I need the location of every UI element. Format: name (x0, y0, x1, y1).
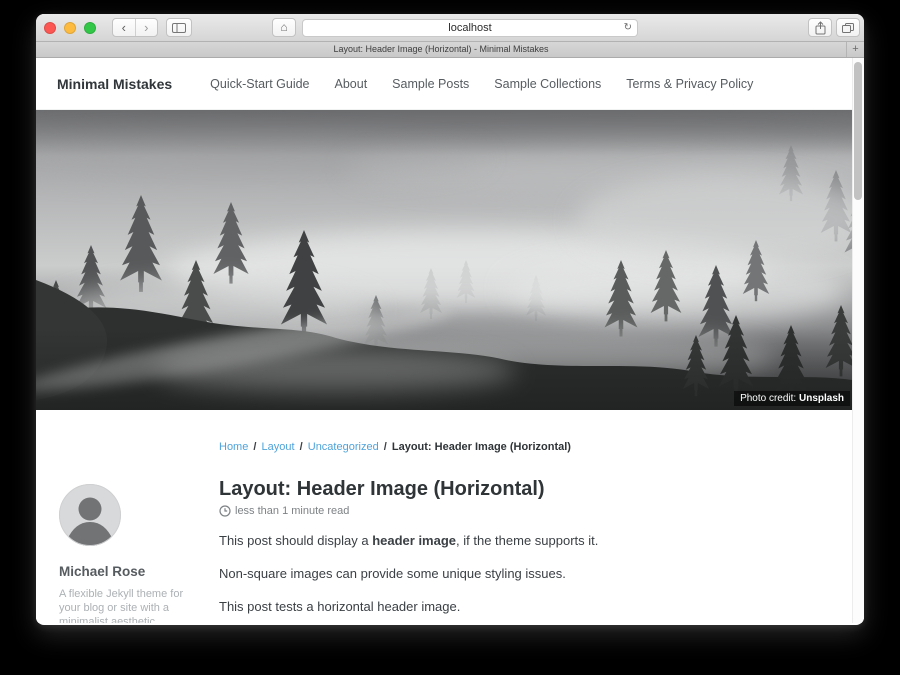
sidebar-icon (172, 23, 186, 33)
scrollbar-track[interactable] (852, 58, 864, 623)
share-icon (814, 21, 827, 35)
breadcrumb-current: Layout: Header Image (Horizontal) (392, 441, 571, 453)
window-zoom-button[interactable] (84, 22, 96, 34)
forward-button[interactable]: › (136, 19, 158, 36)
paragraph: This post tests a horizontal header imag… (219, 598, 799, 616)
article-area: Home / Layout / Uncategorized / Layout: … (36, 410, 864, 623)
breadcrumb-separator: / (382, 441, 389, 453)
back-button[interactable]: ‹ (113, 19, 136, 36)
scrollbar-thumb[interactable] (854, 62, 862, 200)
browser-window: ‹ › ⌂ localhost ↻ (36, 14, 864, 625)
forest-fog-illustration (36, 110, 864, 410)
article-content: Layout: Header Image (Horizontal) less t… (219, 476, 799, 616)
photo-credit-link[interactable]: Unsplash (799, 393, 844, 404)
desktop-background: ‹ › ⌂ localhost ↻ (0, 0, 900, 675)
paragraph-text: , if the theme supports it. (456, 533, 598, 548)
nav-item-quick-start-guide[interactable]: Quick-Start Guide (210, 77, 309, 91)
nav-item-terms-privacy[interactable]: Terms & Privacy Policy (626, 77, 753, 91)
refresh-icon[interactable]: ↻ (624, 20, 632, 36)
avatar (59, 484, 121, 546)
history-nav-group: ‹ › (112, 18, 158, 37)
read-time-text: less than 1 minute read (235, 505, 349, 517)
nav-item-about[interactable]: About (335, 77, 368, 91)
photo-credit: Photo credit: Unsplash (734, 391, 850, 406)
nav-item-sample-posts[interactable]: Sample Posts (392, 77, 469, 91)
active-tab[interactable]: Layout: Header Image (Horizontal) - Mini… (36, 42, 847, 57)
share-button[interactable] (808, 18, 832, 37)
header-image: Photo credit: Unsplash (36, 110, 864, 410)
author-name: Michael Rose (59, 564, 189, 579)
breadcrumb-separator: / (298, 441, 305, 453)
home-button[interactable]: ⌂ (272, 18, 296, 37)
home-icon: ⌂ (280, 20, 287, 34)
sidebar-toggle-button[interactable] (166, 18, 192, 37)
breadcrumb-link-home[interactable]: Home (219, 441, 248, 453)
paragraph: Non-square images can provide some uniqu… (219, 565, 799, 583)
tab-bar: Layout: Header Image (Horizontal) - Mini… (36, 42, 864, 58)
author-profile: Michael Rose A flexible Jekyll theme for… (59, 484, 189, 623)
site-title-link[interactable]: Minimal Mistakes (57, 76, 172, 92)
clock-icon (219, 505, 231, 517)
page-viewport: Minimal Mistakes Quick-Start Guide About… (36, 58, 864, 623)
nav-item-sample-collections[interactable]: Sample Collections (494, 77, 601, 91)
url-text: localhost (448, 22, 491, 34)
new-tab-button[interactable]: + (847, 42, 864, 57)
browser-toolbar: ‹ › ⌂ localhost ↻ (36, 14, 864, 42)
author-bio: A flexible Jekyll theme for your blog or… (59, 587, 189, 623)
tabs-icon (841, 22, 855, 34)
window-minimize-button[interactable] (64, 22, 76, 34)
window-close-button[interactable] (44, 22, 56, 34)
address-bar[interactable]: localhost ↻ (302, 19, 638, 37)
breadcrumb-link-layout[interactable]: Layout (262, 441, 295, 453)
paragraph-bold-text: header image (372, 533, 456, 548)
read-time: less than 1 minute read (219, 505, 799, 517)
page-title: Layout: Header Image (Horizontal) (219, 476, 799, 502)
breadcrumb-link-uncategorized[interactable]: Uncategorized (308, 441, 379, 453)
paragraph-text: This post should display a (219, 533, 372, 548)
paragraph: This post should display a header image,… (219, 532, 799, 550)
breadcrumb-separator: / (251, 441, 258, 453)
breadcrumb: Home / Layout / Uncategorized / Layout: … (219, 441, 571, 453)
site-navigation: Quick-Start Guide About Sample Posts Sam… (210, 77, 753, 91)
tab-overview-button[interactable] (836, 18, 860, 37)
site-masthead: Minimal Mistakes Quick-Start Guide About… (36, 58, 864, 110)
photo-credit-label: Photo credit: (740, 393, 799, 404)
